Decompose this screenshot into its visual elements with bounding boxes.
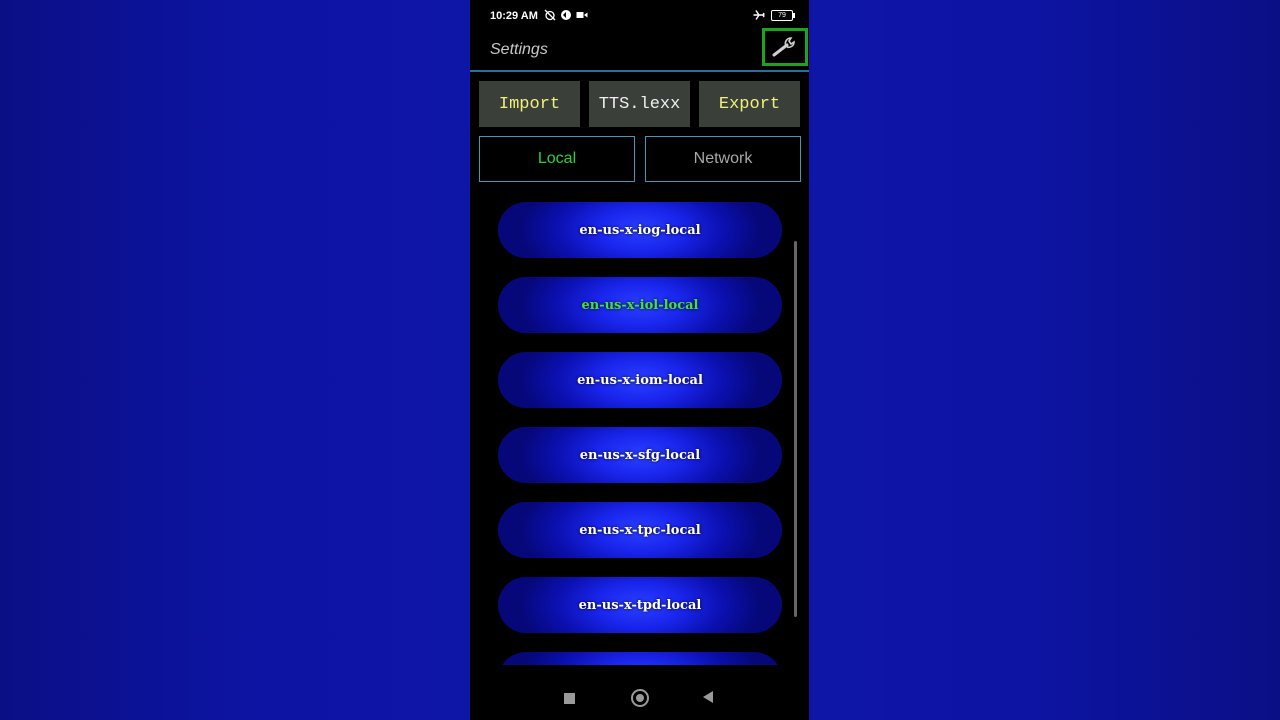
voice-item[interactable]: en-us-x-tpd-local xyxy=(498,577,782,633)
voice-item[interactable] xyxy=(498,652,782,665)
voice-list[interactable]: en-us-x-iog-local en-us-x-iol-local en-u… xyxy=(498,202,782,665)
wrench-icon xyxy=(772,37,795,57)
back-icon[interactable] xyxy=(703,691,713,703)
airplane-icon xyxy=(753,10,765,20)
action-button-row: Import TTS.lexx Export xyxy=(479,81,801,127)
alarm-off-icon xyxy=(544,9,556,21)
recents-icon[interactable] xyxy=(564,693,575,704)
wrench-button[interactable] xyxy=(762,28,808,66)
tts-lexx-button[interactable]: TTS.lexx xyxy=(589,81,690,127)
video-camera-icon xyxy=(576,12,588,18)
page-title: Settings xyxy=(490,41,548,58)
status-left-icons xyxy=(544,9,588,21)
tab-local[interactable]: Local xyxy=(479,136,635,182)
voice-item[interactable]: en-us-x-sfg-local xyxy=(498,427,782,483)
status-time: 10:29 AM xyxy=(490,10,538,22)
phone-screen: 10:29 AM 79 Settings Import TTS.lexx Exp… xyxy=(470,0,809,720)
export-button[interactable]: Export xyxy=(699,81,800,127)
home-icon[interactable] xyxy=(631,689,649,707)
voice-item[interactable]: en-us-x-iog-local xyxy=(498,202,782,258)
navigation-bar xyxy=(470,672,809,720)
battery-icon: 79 xyxy=(771,9,795,21)
voice-item[interactable]: en-us-x-tpc-local xyxy=(498,502,782,558)
status-right-icons: 79 xyxy=(753,9,795,21)
sync-icon xyxy=(561,10,571,20)
app-bar: Settings xyxy=(470,28,809,72)
tab-network[interactable]: Network xyxy=(645,136,801,182)
voice-item-selected[interactable]: en-us-x-iol-local xyxy=(498,277,782,333)
source-tabs: Local Network xyxy=(479,136,801,182)
import-button[interactable]: Import xyxy=(479,81,580,127)
list-scrollbar[interactable] xyxy=(794,241,797,617)
voice-item[interactable]: en-us-x-iom-local xyxy=(498,352,782,408)
